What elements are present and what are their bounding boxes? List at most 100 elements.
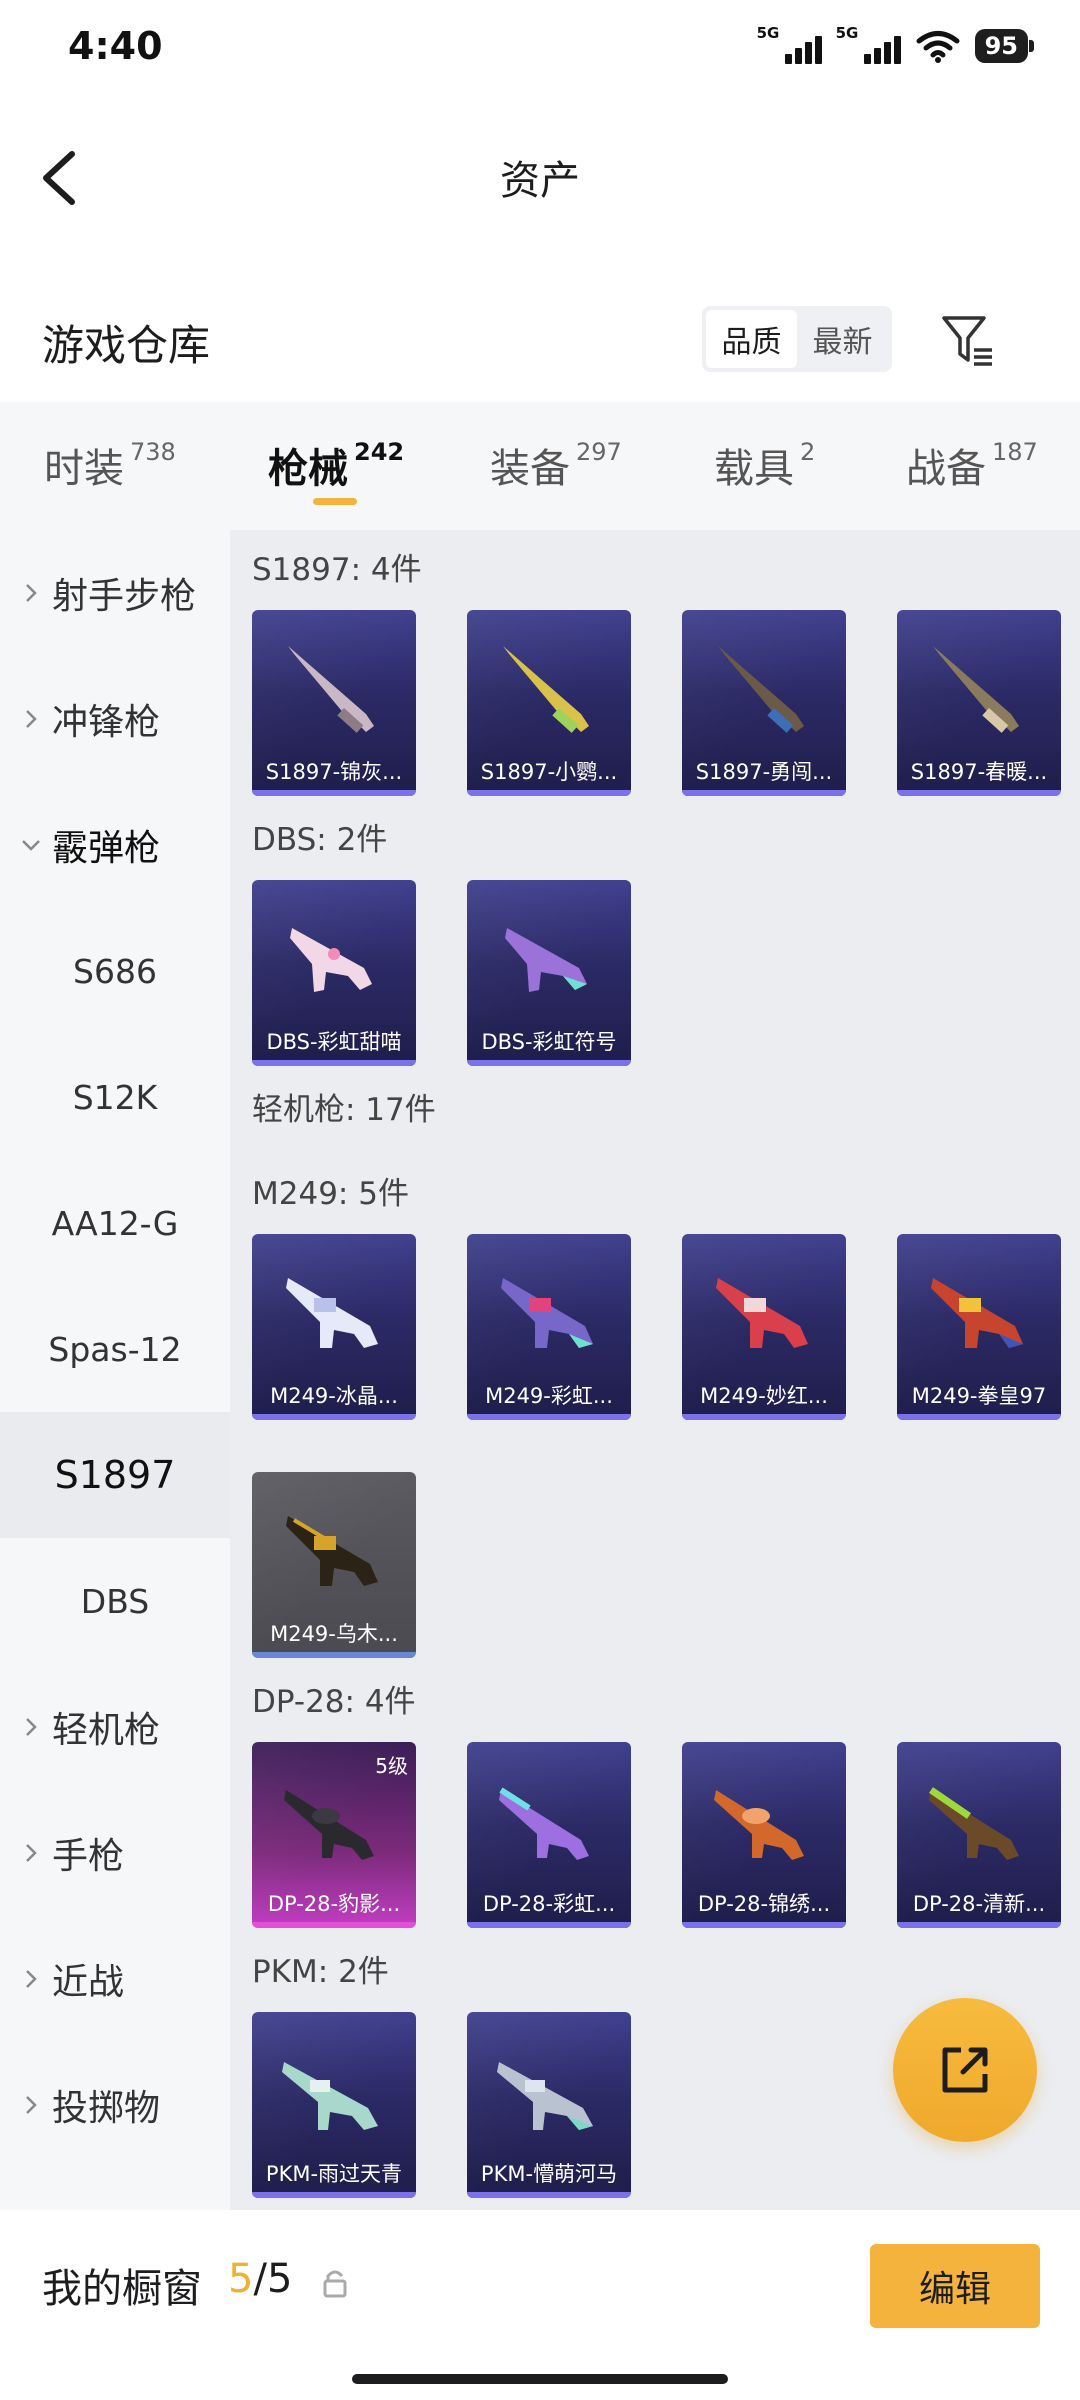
sidebar-item-throwables[interactable]: 投掷物 <box>0 2042 230 2168</box>
sort-quality-button[interactable]: 品质 <box>706 310 797 368</box>
item-card[interactable]: M249-乌木... <box>252 1472 416 1658</box>
sidebar-item-label: 霰弹枪 <box>52 828 161 869</box>
item-card[interactable]: PKM-雨过天青 <box>252 2012 416 2198</box>
item-card[interactable]: PKM-懵萌河马 <box>467 2012 631 2198</box>
machine-gun-icon <box>286 1278 378 1348</box>
item-name: DP-28-彩虹... <box>482 1892 616 1916</box>
item-card[interactable]: S1897-锦灰... <box>252 610 416 796</box>
showcase-bar: 我的橱窗 5/5 编辑 <box>0 2212 1080 2400</box>
sidebar-item-lmg[interactable]: 轻机枪 <box>0 1664 230 1790</box>
item-name: M249-拳皇97 <box>911 1384 1047 1408</box>
sidebar-item-label: S12K <box>72 1077 158 1117</box>
sidebar-item-pistol[interactable]: 手枪 <box>0 1790 230 1916</box>
active-tab-indicator <box>313 498 357 505</box>
sidebar-item-marksman-rifle[interactable]: 射手步枪 <box>0 530 230 656</box>
chevron-right-icon <box>26 1970 37 1988</box>
tab-label: 时装 <box>44 446 124 492</box>
sidebar-item-s12k[interactable]: S12K <box>0 1034 230 1160</box>
item-card[interactable]: DP-28-锦绣... <box>682 1742 846 1928</box>
category-tabs: 时装 738 枪械 242 装备 297 载具 2 战备 187 <box>0 402 1080 530</box>
tab-vehicles[interactable]: 载具 2 <box>714 436 815 494</box>
tab-guns[interactable]: 枪械 242 <box>268 436 404 494</box>
chevron-right-icon <box>26 2096 37 2114</box>
chevron-right-icon <box>26 1718 37 1736</box>
chevron-right-icon <box>26 584 37 602</box>
sidebar-item-spas12[interactable]: Spas-12 <box>0 1286 230 1412</box>
sidebar-item-label: DBS <box>80 1581 150 1621</box>
tab-count: 2 <box>800 438 816 466</box>
sidebar-item-label: Spas-12 <box>48 1329 182 1369</box>
item-card[interactable]: DBS-彩虹甜喵 <box>252 880 416 1066</box>
shotgun-icon <box>933 646 1019 733</box>
group-header: DBS: 2件 <box>252 822 388 858</box>
item-card[interactable]: M249-妙红... <box>682 1234 846 1420</box>
item-card[interactable]: DP-28-彩虹... <box>467 1742 631 1928</box>
machine-gun-icon <box>501 1278 593 1348</box>
sidebar-item-label: 近战 <box>52 1962 125 2003</box>
signal-icon: 5G <box>836 24 901 64</box>
tab-supplies[interactable]: 战备 187 <box>906 436 1038 494</box>
machine-gun-icon <box>286 1516 378 1586</box>
item-name: S1897-春暖... <box>910 760 1048 784</box>
status-time: 4:40 <box>68 24 163 68</box>
sort-newest-button[interactable]: 最新 <box>797 310 888 368</box>
showcase-total: 5 <box>266 2256 293 2302</box>
item-card[interactable]: S1897-小鹦... <box>467 610 631 796</box>
item-name: PKM-懵萌河马 <box>480 2162 618 2186</box>
network-type: 5G <box>756 24 780 42</box>
network-type: 5G <box>835 24 859 42</box>
filter-icon[interactable] <box>940 312 996 368</box>
item-card[interactable]: DBS-彩虹符号 <box>467 880 631 1066</box>
tab-equipment[interactable]: 装备 297 <box>490 436 622 494</box>
page-title: 资产 <box>500 158 580 204</box>
sort-toggle: 品质 最新 <box>702 306 892 372</box>
sidebar-item-aa12g[interactable]: AA12-G <box>0 1160 230 1286</box>
item-card[interactable]: S1897-勇闯... <box>682 610 846 796</box>
sidebar-item-melee[interactable]: 近战 <box>0 1916 230 2042</box>
item-card[interactable]: M249-彩虹... <box>467 1234 631 1420</box>
tab-label: 枪械 <box>268 446 348 492</box>
section-title: 游戏仓库 <box>42 321 211 370</box>
item-name: DP-28-锦绣... <box>697 1892 831 1916</box>
item-name: PKM-雨过天青 <box>265 2162 403 2186</box>
shotgun-icon <box>290 928 372 992</box>
group-header: DP-28: 4件 <box>252 1684 416 1720</box>
machine-gun-icon <box>714 1790 804 1860</box>
external-link-icon <box>942 2047 988 2093</box>
chevron-right-icon <box>26 1844 37 1862</box>
shotgun-icon <box>288 646 374 733</box>
home-indicator[interactable] <box>352 2374 728 2384</box>
tab-count: 297 <box>576 438 622 466</box>
machine-gun-icon <box>931 1278 1023 1348</box>
shotgun-icon <box>505 928 587 992</box>
status-bar: 4:40 5G 5G 95 <box>0 0 1080 100</box>
showcase-count: 5/5 <box>228 2256 292 2302</box>
tab-count: 187 <box>992 438 1038 466</box>
item-card[interactable]: S1897-春暖... <box>897 610 1061 796</box>
sidebar-item-label: 投掷物 <box>52 2088 161 2129</box>
sidebar-item-smg[interactable]: 冲锋枪 <box>0 656 230 782</box>
tab-count: 738 <box>130 438 176 466</box>
tab-fashion[interactable]: 时装 738 <box>44 436 176 494</box>
wifi-icon <box>916 31 960 63</box>
sidebar-item-label: 轻机枪 <box>52 1710 161 1751</box>
sidebar-item-s1897[interactable]: S1897 <box>0 1412 230 1538</box>
sidebar-item-dbs[interactable]: DBS <box>0 1538 230 1664</box>
item-card[interactable]: M249-拳皇97 <box>897 1234 1061 1420</box>
signal-icon: 5G <box>757 24 822 64</box>
share-fab-button[interactable] <box>893 1998 1037 2142</box>
sidebar-item-s686[interactable]: S686 <box>0 908 230 1034</box>
item-name: M249-彩虹... <box>485 1384 613 1408</box>
item-name: DP-28-清新... <box>912 1892 1046 1916</box>
item-card[interactable]: M249-冰晶... <box>252 1234 416 1420</box>
item-card[interactable]: DP-28-清新... <box>897 1742 1061 1928</box>
chevron-down-icon <box>22 840 40 851</box>
machine-gun-icon <box>497 2062 593 2130</box>
sidebar-item-label: AA12-G <box>51 1203 179 1243</box>
chevron-right-icon <box>26 710 37 728</box>
sidebar-item-shotgun[interactable]: 霰弹枪 <box>0 782 230 908</box>
item-card[interactable]: 5级 DP-28-豹影... <box>252 1742 416 1928</box>
showcase-current: 5 <box>228 2256 254 2302</box>
edit-button[interactable]: 编辑 <box>870 2244 1040 2328</box>
sidebar-item-label: 手枪 <box>52 1836 125 1877</box>
